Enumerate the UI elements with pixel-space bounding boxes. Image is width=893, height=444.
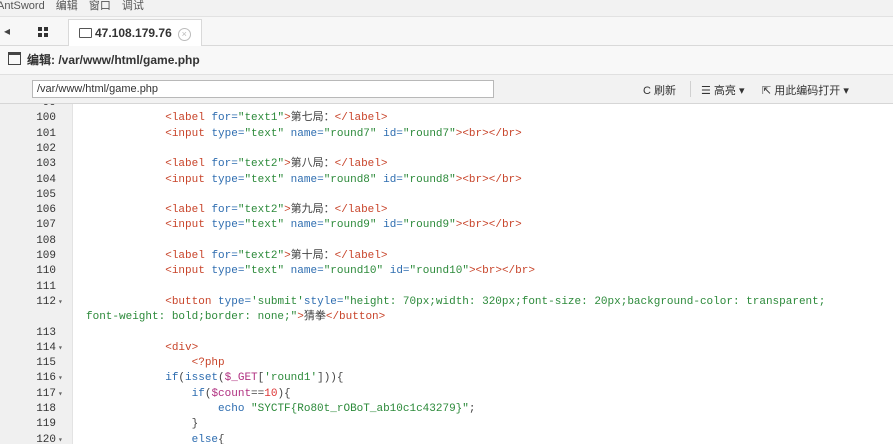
code-text: <?php — [191, 357, 225, 370]
window-icon — [8, 52, 21, 65]
close-icon[interactable]: × — [177, 28, 191, 41]
line-number: 106 — [36, 204, 56, 217]
line-number: 101 — [36, 127, 56, 140]
code-line: 116 ▾ if(isset($_GET['round1'])){ — [0, 371, 893, 386]
code-text: <input type="text" name="round10" id="ro… — [165, 265, 535, 278]
tab-host[interactable]: 47.108.179.76 × — [68, 19, 202, 46]
line-number: 99 — [0, 104, 56, 111]
line-number: 114 — [36, 341, 56, 354]
code-line: 105 — [0, 188, 893, 203]
code-line: 112 ▾ <button type='submit'style="height:… — [0, 295, 893, 310]
menu-item-antsword[interactable]: AntSword — [0, 0, 45, 12]
line-number: 105 — [36, 188, 56, 201]
code-line: 111 — [0, 280, 893, 295]
menu-bar: AntSword 编辑 窗口 调试 — [0, 0, 893, 17]
code-text: <input type="text" name="round8" id="rou… — [165, 173, 522, 186]
code-text: echo "SYCTF{Ro80t_rOBoT_ab10c1c43279}"; — [218, 403, 476, 415]
code-text: <label for="text1">第七局：</label> — [165, 112, 388, 125]
code-line: 119 } — [0, 417, 893, 432]
code-line: 101 <input type="text" name="round7" id=… — [0, 127, 893, 142]
open-with-encoding-button[interactable]: ⇱ 用此编码打开 ▾ — [762, 82, 849, 98]
line-number: 100 — [36, 112, 56, 125]
line-number: 103 — [36, 158, 56, 171]
tab-bar: ◂ 47.108.179.76 × — [0, 17, 893, 46]
code-line: 115 <?php — [0, 356, 893, 371]
toolbar-divider — [690, 81, 691, 97]
code-line: 117 ▾ if($count==10){ — [0, 387, 893, 402]
menu-item-window[interactable]: 窗口 — [89, 0, 111, 12]
file-path-input[interactable] — [32, 80, 494, 98]
menu-item-debug[interactable]: 调试 — [122, 0, 144, 12]
line-number: 117 — [36, 387, 56, 400]
code-text: <input type="text" name="round9" id="rou… — [165, 219, 522, 232]
code-line: 99 — [0, 104, 893, 111]
code-text: else{ — [191, 433, 225, 444]
line-number: 109 — [36, 250, 56, 262]
code-line: 109 <label for="text2">第十局：</label> — [0, 249, 893, 264]
folder-icon — [79, 28, 92, 38]
fold-toggle-icon[interactable]: ▾ — [58, 295, 63, 310]
line-number: 104 — [36, 173, 56, 186]
grid-icon[interactable] — [38, 27, 48, 37]
code-editor[interactable]: 99100 <label for="text1">第七局：</label>101… — [0, 104, 893, 444]
line-number: 102 — [36, 142, 56, 155]
code-line: 120 ▾ else{ — [0, 433, 893, 444]
fold-toggle-icon[interactable]: ▾ — [58, 387, 63, 402]
code-line: 102 — [0, 142, 893, 157]
line-number: 120 — [36, 433, 56, 444]
line-number: 112 — [36, 295, 56, 308]
line-number: 115 — [36, 357, 56, 370]
menu-item-edit[interactable]: 编辑 — [56, 0, 78, 12]
code-line: 104 <input type="text" name="round8" id=… — [0, 173, 893, 188]
line-number: 110 — [36, 265, 56, 278]
code-line: font-weight: bold;border: none;">猜拳</but… — [0, 310, 893, 325]
line-number: 116 — [36, 372, 56, 385]
code-line: 118 echo "SYCTF{Ro80t_rOBoT_ab10c1c43279… — [0, 402, 893, 417]
line-number: 119 — [36, 418, 56, 431]
code-line: 103 <label for="text2">第八局：</label> — [0, 157, 893, 172]
code-line: 113 — [0, 326, 893, 341]
refresh-button[interactable]: C 刷新 — [643, 82, 676, 98]
code-text: <label for="text2">第九局：</label> — [165, 204, 388, 217]
fold-toggle-icon[interactable]: ▾ — [58, 371, 63, 386]
panel-title-text: 编辑: /var/www/html/game.php — [27, 53, 200, 67]
code-text: if($count==10){ — [191, 387, 291, 400]
code-line: 108 — [0, 234, 893, 249]
code-text: } — [86, 418, 199, 431]
fold-toggle-icon[interactable]: ▾ — [58, 433, 63, 444]
fold-toggle-icon[interactable]: ▾ — [58, 341, 63, 356]
code-text: <input type="text" name="round7" id="rou… — [165, 127, 522, 140]
code-text: <label for="text2">第八局：</label> — [165, 158, 388, 171]
code-line: 107 <input type="text" name="round9" id=… — [0, 218, 893, 233]
line-number: 118 — [36, 403, 56, 415]
code-text: <button type='submit'style="height: 70px… — [165, 295, 826, 308]
tab-scroll-left-icon[interactable]: ◂ — [4, 24, 10, 38]
editor-toolbar: C 刷新 ☰ 高亮 ▾ ⇱ 用此编码打开 ▾ — [0, 75, 893, 104]
code-text: font-weight: bold;border: none;">猜拳</but… — [86, 311, 386, 324]
line-number: 113 — [36, 326, 56, 339]
code-text: <div> — [165, 341, 199, 354]
code-text: <label for="text2">第十局：</label> — [165, 250, 388, 262]
code-text: if(isset($_GET['round1'])){ — [165, 372, 344, 385]
tab-host-label: 47.108.179.76 — [95, 26, 172, 40]
code-line: 100 <label for="text1">第七局：</label> — [0, 111, 893, 126]
editor-panel-title: 编辑: /var/www/html/game.php — [0, 46, 893, 75]
code-line: 110 <input type="text" name="round10" id… — [0, 264, 893, 279]
line-number: 107 — [36, 219, 56, 232]
highlight-button[interactable]: ☰ 高亮 ▾ — [701, 82, 745, 98]
line-number: 108 — [36, 234, 56, 247]
code-line: 106 <label for="text2">第九局：</label> — [0, 203, 893, 218]
line-number: 111 — [36, 280, 56, 293]
code-line: 114 ▾ <div> — [0, 341, 893, 356]
